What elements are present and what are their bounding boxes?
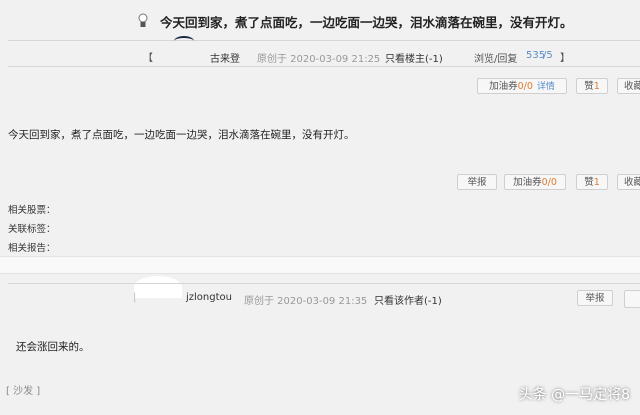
- related-stocks-label: 相关股票：: [8, 205, 56, 216]
- report-label: 举报: [467, 177, 487, 188]
- watermark: 头条 @一马定将8: [518, 387, 630, 403]
- main-post: 今天回到家，煮了点面吃，一边吃面一边哭，泪水滴落在碗里，没有开灯。 【 古来登 …: [0, 0, 640, 272]
- collect-label: 收藏: [624, 81, 640, 92]
- related-reports-label: 相关报告：: [8, 243, 56, 254]
- post-title-row: 今天回到家，煮了点面吃，一边吃面一边哭，泪水滴落在碗里，没有开灯。: [0, 0, 640, 40]
- like-button-bottom[interactable]: 赞1: [576, 174, 608, 190]
- like-label: 赞: [584, 177, 594, 188]
- like-label: 赞: [584, 81, 594, 92]
- lightbulb-icon: [138, 13, 148, 27]
- lightbulb-icon[interactable]: [624, 290, 640, 308]
- fuel-count: 0/0: [517, 81, 533, 92]
- section-separator: [0, 256, 640, 274]
- related-tags-label: 关联标签：: [8, 224, 56, 235]
- fuel-label: 加油券: [489, 81, 518, 92]
- like-count: 1: [593, 177, 600, 188]
- only-host-link[interactable]: 只看楼主(-1): [385, 50, 443, 65]
- divider: [8, 66, 640, 67]
- detail-link[interactable]: 详情: [537, 82, 555, 92]
- post-time: 原创于 2020-03-09 21:25: [257, 54, 381, 65]
- replies-count: /5: [543, 50, 553, 61]
- author-avatar: [174, 36, 194, 46]
- reply-bracket-open: |: [133, 292, 137, 303]
- fuel-coupon-button[interactable]: 加油券0/0 详情: [477, 78, 567, 94]
- reply-time: 原创于 2020-03-09 21:35: [244, 296, 368, 307]
- collect-button[interactable]: 收藏: [617, 78, 640, 94]
- fuel-coupon-button-bottom[interactable]: 加油券0/0: [504, 174, 566, 190]
- divider: [8, 283, 640, 284]
- like-button[interactable]: 赞1: [576, 78, 608, 94]
- reply-avatar: [134, 276, 182, 298]
- reply-author[interactable]: jzlongtou: [186, 292, 232, 303]
- report-button[interactable]: 举报: [457, 174, 497, 190]
- meta-bracket-close: 】: [560, 53, 570, 64]
- fuel-count: 0/0: [541, 177, 557, 188]
- report-label: 举报: [585, 293, 605, 304]
- fuel-label: 加油券: [513, 177, 542, 188]
- post-title: 今天回到家，煮了点面吃，一边吃面一边哭，泪水滴落在碗里，没有开灯。: [160, 15, 573, 30]
- reply-body: 还会涨回来的。: [16, 341, 90, 353]
- reply-report-button[interactable]: 举报: [577, 290, 613, 306]
- collect-label: 收藏: [624, 177, 640, 188]
- divider: [8, 40, 640, 41]
- collect-button-bottom[interactable]: 收藏: [617, 174, 640, 190]
- only-author-link[interactable]: 只看该作者(-1): [374, 292, 442, 307]
- views-label: 浏览/回复: [474, 54, 518, 65]
- sofa-link[interactable]: [ 沙发 ]: [6, 382, 40, 397]
- meta-bracket-open: 【: [143, 53, 153, 64]
- post-body: 今天回到家，煮了点面吃，一边吃面一边哭，泪水滴落在碗里，没有开灯。: [8, 129, 355, 141]
- post-author[interactable]: 古来登: [210, 50, 240, 65]
- like-count: 1: [593, 81, 600, 92]
